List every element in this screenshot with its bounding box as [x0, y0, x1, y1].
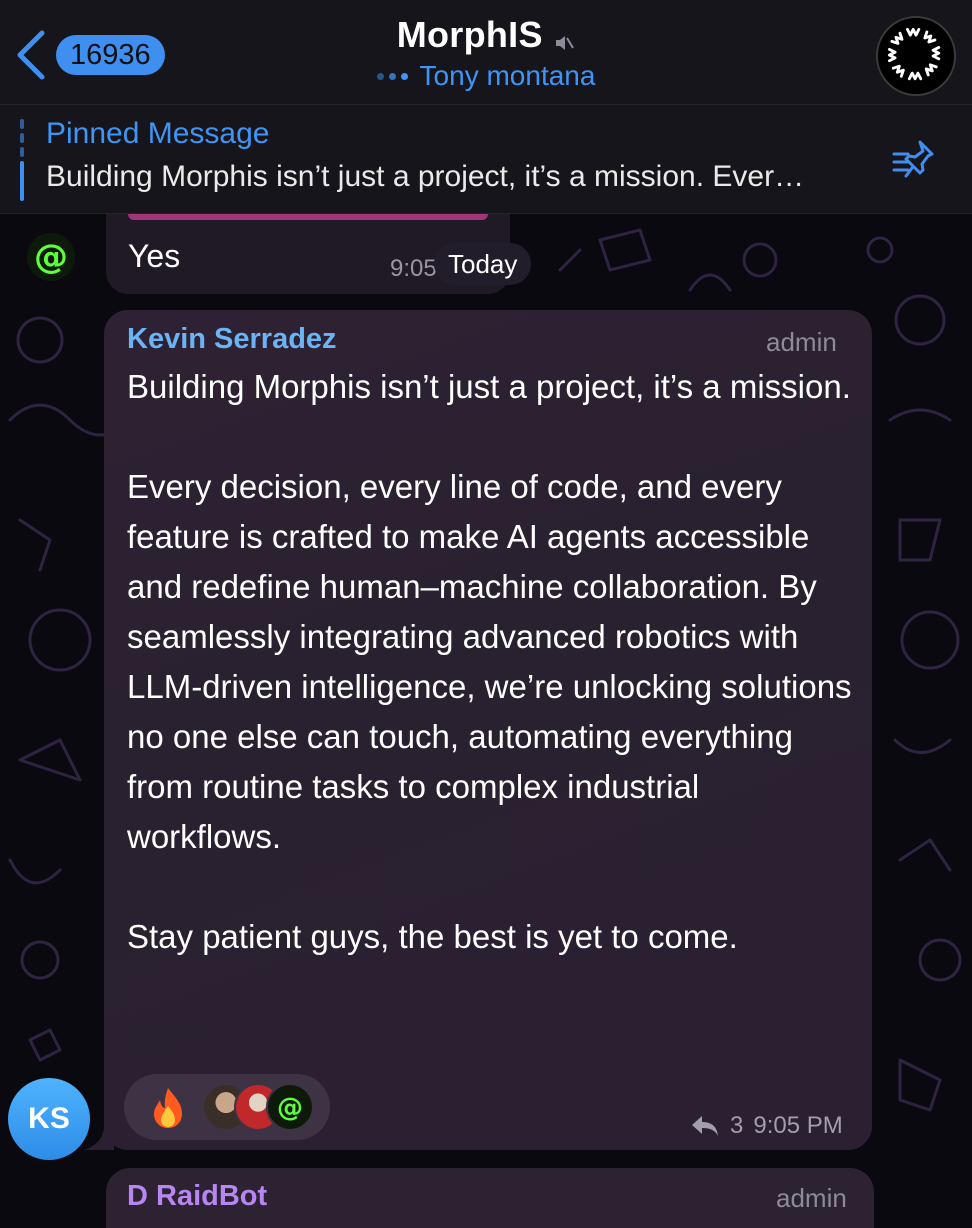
chat-avatar[interactable] — [876, 16, 956, 96]
message-sender[interactable]: Kevin Serradez — [127, 323, 337, 356]
reply-count: 3 — [730, 1112, 744, 1139]
reply-quote-strip — [128, 214, 488, 220]
previous-message-time: 9:05 — [390, 255, 437, 282]
pinned-text: Building Morphis isn’t just a project, i… — [46, 160, 805, 193]
back-button[interactable]: 16936 — [14, 28, 174, 82]
mute-icon — [556, 35, 575, 50]
svg-text:@: @ — [277, 1093, 303, 1123]
bubble-tail — [84, 1128, 114, 1150]
next-message-sender[interactable]: D RaidBot — [127, 1180, 267, 1213]
typing-status: Tony montana — [250, 60, 722, 92]
pinned-label: Pinned Message — [46, 117, 270, 150]
pin-list-icon[interactable] — [890, 136, 940, 182]
chat-header: 16936 MorphIS Tony montana — [0, 0, 972, 105]
reactor-avatar: @ — [266, 1083, 314, 1131]
message-paragraph: Stay patient guys, the best is yet to co… — [127, 918, 738, 955]
message-text: Building Morphis isn’t just a project, i… — [127, 362, 857, 962]
pinned-message-bar[interactable]: Pinned Message Building Morphis isn’t ju… — [0, 105, 972, 214]
chat-title-area[interactable]: MorphIS Tony montana — [250, 14, 722, 92]
previous-message-text: Yes — [128, 238, 181, 274]
message-role: admin — [766, 327, 837, 357]
date-separator: Today — [434, 243, 532, 285]
pinned-indicator — [20, 119, 24, 201]
morphis-logo — [887, 27, 941, 81]
next-message-role: admin — [776, 1183, 847, 1213]
message-paragraph: Building Morphis isn’t just a project, i… — [127, 368, 851, 405]
fire-emoji — [154, 1088, 182, 1128]
svg-text:@: @ — [34, 237, 68, 277]
message-paragraph: Every decision, every line of code, and … — [127, 468, 852, 855]
typing-user: Tony montana — [419, 60, 596, 91]
chevron-left-icon — [17, 30, 45, 80]
chat-title: MorphIS — [396, 14, 543, 55]
at-icon: @ — [277, 1093, 303, 1123]
reply-icon[interactable] — [690, 1114, 720, 1138]
typing-dots-icon — [376, 72, 408, 80]
unread-count-badge: 16936 — [56, 35, 165, 75]
sender-avatar[interactable]: KS — [8, 1078, 90, 1160]
message-time: 9:05 PM — [753, 1112, 843, 1139]
bot-avatar[interactable]: @ — [24, 230, 78, 284]
message-meta: 3 9:05 PM — [690, 1112, 843, 1140]
